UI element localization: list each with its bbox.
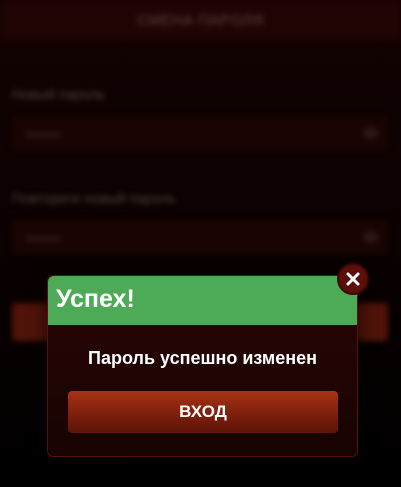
success-dialog: Успех! Пароль успешно изменен ВХОД <box>47 275 358 457</box>
login-button[interactable]: ВХОД <box>68 391 338 433</box>
dialog-message: Пароль успешно изменен <box>88 348 317 368</box>
dialog-title: Успех! <box>56 285 135 313</box>
close-button[interactable] <box>337 263 369 295</box>
close-icon <box>346 272 360 286</box>
dialog-header: Успех! <box>48 276 357 325</box>
password-change-screen: СМЕНА ПАРОЛЯ Новый пароль •••••• Повтори… <box>0 0 401 487</box>
